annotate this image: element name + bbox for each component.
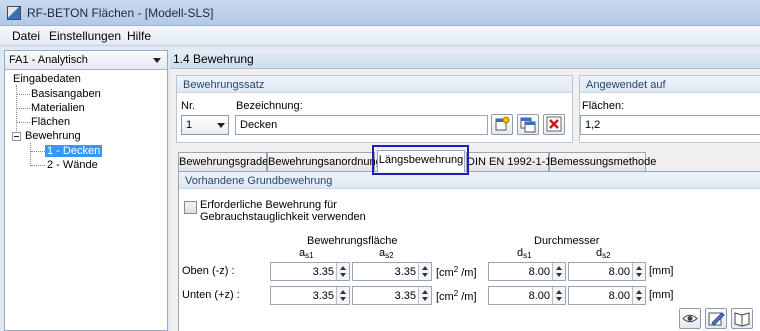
chevron-down-icon [217, 123, 225, 128]
case-select-value: FA1 - Analytisch [9, 54, 88, 66]
menu-einstellungen[interactable]: Einstellungen [49, 29, 121, 43]
spin-buttons[interactable] [336, 287, 349, 304]
copy-set-icon [520, 117, 536, 133]
row-label-bottom: Unten (+z) : [182, 289, 240, 301]
tree-eingabedaten[interactable]: Eingabedaten [13, 73, 81, 85]
menu-datei[interactable]: Datei [12, 29, 40, 43]
library-button[interactable] [731, 308, 753, 329]
as2-top-input[interactable]: 3.35 [352, 262, 432, 281]
ds1-header: ds1 [517, 247, 532, 260]
edit-button[interactable] [705, 308, 727, 329]
as1-header: as1 [299, 247, 314, 260]
as2-header: as2 [379, 247, 394, 260]
surfaces-label: Flächen: [582, 100, 625, 112]
new-set-button[interactable] [491, 114, 513, 135]
tree-line [31, 165, 45, 166]
spin-buttons[interactable] [632, 263, 645, 280]
tree-basisangaben[interactable]: Basisangaben [31, 88, 101, 100]
serviceability-checkbox[interactable] [184, 201, 197, 214]
as1-bottom-input[interactable]: 3.35 [270, 286, 350, 305]
edit-icon [708, 312, 725, 326]
new-set-icon [495, 116, 510, 131]
tree-line [30, 143, 31, 166]
tree-line [16, 85, 17, 137]
ds1-top-input[interactable]: 8.00 [488, 262, 566, 281]
tab-din-en-1992-1-1[interactable]: DIN EN 1992-1-1 [466, 152, 551, 172]
spin-buttons[interactable] [336, 263, 349, 280]
navigator-panel: FA1 - Analytisch Eingabedaten Basisangab… [4, 50, 168, 331]
as2-bottom-input[interactable]: 3.35 [352, 286, 432, 305]
nr-value: 1 [186, 119, 193, 131]
tab-highlight-frame [372, 145, 469, 175]
menu-hilfe[interactable]: Hilfe [127, 29, 151, 43]
ds1-bottom-input[interactable]: 8.00 [488, 286, 566, 305]
name-value: Decken [240, 119, 278, 131]
reinforcement-set-group: Bewehrungssatz Nr. 1 Bezeichnung: Decken [176, 75, 573, 143]
ds2-header: ds2 [596, 247, 611, 260]
group-title: Bewehrungssatz [183, 79, 265, 91]
section-title: 1.4 Bewehrung [173, 52, 254, 66]
tab-page-laengsbewehrung: Vorhandene Grundbewehrung Erforderliche … [178, 171, 760, 331]
diameter-header: Durchmesser [534, 235, 600, 247]
tree-bewehrung[interactable]: Bewehrung [25, 130, 81, 142]
spin-buttons[interactable] [552, 287, 565, 304]
tab-bewehrungsgrade[interactable]: Bewehrungsgrade [178, 152, 268, 172]
serviceability-label: Erforderliche Bewehrung für Gebrauchstau… [200, 199, 366, 223]
tree-1-decken[interactable]: 1 - Decken [45, 145, 103, 157]
ds2-top-input[interactable]: 8.00 [568, 262, 646, 281]
as1-top-input[interactable]: 3.35 [270, 262, 350, 281]
spin-buttons[interactable] [418, 263, 431, 280]
group-title: Vorhandene Grundbewehrung [185, 175, 333, 187]
tree-materialien[interactable]: Materialien [31, 102, 85, 114]
delete-icon [546, 116, 562, 132]
eye-icon [682, 314, 698, 323]
tree-line [17, 94, 30, 95]
tree-flaechen[interactable]: Flächen [31, 116, 70, 128]
tab-bemessungsmethode[interactable]: Bemessungsmethode [549, 152, 656, 172]
spin-buttons[interactable] [632, 287, 645, 304]
tree-line [17, 122, 30, 123]
spin-buttons[interactable] [552, 263, 565, 280]
collapse-icon[interactable] [12, 132, 21, 141]
tree-line [17, 108, 30, 109]
delete-button[interactable] [543, 114, 565, 135]
name-label: Bezeichnung: [236, 100, 303, 112]
window-title: RF-BETON Flächen - [Modell-SLS] [27, 6, 214, 20]
title-bar: RF-BETON Flächen - [Modell-SLS] [0, 0, 760, 26]
applied-to-group: Angewendet auf Flächen: 1,2 [579, 75, 760, 143]
group-title: Angewendet auf [586, 79, 666, 91]
unit-diameter: [mm] [649, 265, 674, 277]
unit-area: [cm2 /m] [436, 265, 477, 279]
view-button[interactable] [679, 308, 701, 329]
menu-bar: Datei Einstellungen Hilfe [0, 26, 760, 46]
chevron-down-icon [153, 58, 161, 63]
app-icon [7, 6, 21, 20]
name-input[interactable]: Decken [235, 115, 488, 135]
case-select[interactable]: FA1 - Analytisch [5, 51, 167, 70]
copy-set-button[interactable] [517, 114, 539, 135]
nr-label: Nr. [181, 100, 196, 112]
surfaces-input[interactable]: 1,2 [580, 115, 760, 135]
row-label-top: Oben (-z) : [182, 265, 235, 277]
spin-buttons[interactable] [418, 287, 431, 304]
section-header: 1.4 Bewehrung [170, 50, 760, 69]
surfaces-value: 1,2 [585, 119, 601, 131]
nr-select[interactable]: 1 [181, 115, 229, 135]
tree-line [31, 151, 45, 152]
tree-2-waende[interactable]: 2 - Wände [47, 159, 98, 171]
unit-area: [cm2 /m] [436, 289, 477, 303]
tab-bewehrungsanordnung[interactable]: Bewehrungsanordnung [267, 152, 382, 172]
book-icon [734, 312, 750, 327]
main-panel: 1.4 Bewehrung Bewehrungssatz Nr. 1 Bezei… [170, 50, 760, 331]
ds2-bottom-input[interactable]: 8.00 [568, 286, 646, 305]
area-header: Bewehrungsfläche [307, 235, 398, 247]
unit-diameter: [mm] [649, 289, 674, 301]
